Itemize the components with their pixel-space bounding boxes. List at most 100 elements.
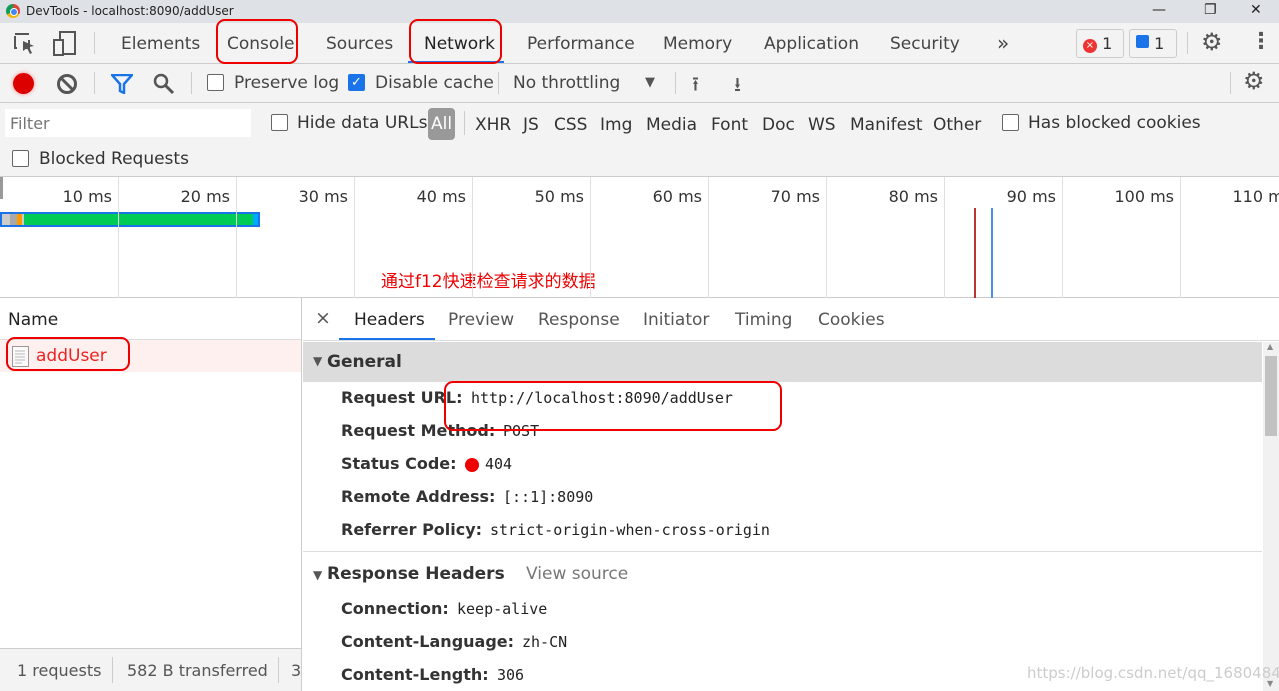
annotation-box-request bbox=[6, 337, 130, 371]
timeline-overview[interactable]: 通过f12快速检查请求的数据 10 ms 20 ms 30 ms 40 ms 50 ms… bbox=[0, 177, 1279, 298]
window-title: DevTools - localhost:8090/addUser bbox=[26, 4, 234, 18]
timeline-gridline bbox=[472, 177, 473, 298]
collapse-arrow-icon[interactable]: ▼ bbox=[313, 568, 322, 582]
tab-sources[interactable]: Sources bbox=[326, 34, 393, 54]
timeline-tick-label: 20 ms bbox=[180, 187, 230, 206]
type-filter-other[interactable]: Other bbox=[933, 115, 981, 135]
preserve-log-checkbox[interactable] bbox=[207, 74, 224, 91]
clear-icon[interactable] bbox=[56, 73, 78, 95]
type-filter-js[interactable]: JS bbox=[523, 115, 539, 135]
general-section-header[interactable]: ▼ General bbox=[303, 342, 1262, 382]
timeline-tick-label: 80 ms bbox=[888, 187, 938, 206]
timeline-tick-label: 10 ms bbox=[62, 187, 112, 206]
header-value: [::1]:8090 bbox=[503, 488, 594, 506]
timeline-tick-label: 70 ms bbox=[770, 187, 820, 206]
header-value: keep-alive bbox=[457, 600, 548, 618]
hide-data-urls-label: Hide data URLs bbox=[297, 113, 428, 133]
timeline-gridline bbox=[118, 177, 119, 298]
timeline-gridline bbox=[236, 177, 237, 298]
type-filter-doc[interactable]: Doc bbox=[762, 115, 795, 135]
header-value: strict-origin-when-cross-origin bbox=[490, 521, 770, 539]
load-event-line bbox=[991, 208, 993, 298]
has-blocked-cookies-label: Has blocked cookies bbox=[1028, 113, 1201, 133]
dom-content-loaded-line bbox=[974, 208, 976, 298]
title-bar: DevTools - localhost:8090/addUser — ❐ ✕ bbox=[0, 0, 1279, 23]
hide-data-urls-checkbox[interactable] bbox=[271, 114, 288, 131]
errors-badge[interactable]: × 1 bbox=[1076, 29, 1124, 58]
annotation-box-url bbox=[444, 381, 782, 431]
inspect-element-icon[interactable] bbox=[14, 33, 36, 55]
throttling-select[interactable]: No throttling bbox=[513, 73, 620, 93]
messages-badge[interactable]: 1 bbox=[1129, 29, 1177, 58]
timeline-tick-label: 90 ms bbox=[1006, 187, 1056, 206]
more-tabs-button[interactable]: » bbox=[997, 31, 1009, 55]
close-window-button[interactable]: ✕ bbox=[1250, 2, 1262, 18]
timeline-gridline bbox=[354, 177, 355, 298]
timeline-tick-label: 40 ms bbox=[416, 187, 466, 206]
timeline-tick-label: 60 ms bbox=[652, 187, 702, 206]
type-filter-manifest[interactable]: Manifest bbox=[850, 115, 923, 135]
timeline-gridline bbox=[826, 177, 827, 298]
disable-cache-label: Disable cache bbox=[375, 73, 494, 93]
type-filter-font[interactable]: Font bbox=[711, 115, 748, 135]
chrome-logo-icon bbox=[6, 4, 20, 18]
tab-timing[interactable]: Timing bbox=[735, 310, 792, 330]
response-headers-title[interactable]: Response Headers bbox=[327, 564, 505, 584]
tab-elements[interactable]: Elements bbox=[121, 34, 200, 54]
timeline-tick-label: 30 ms bbox=[298, 187, 348, 206]
tab-headers[interactable]: Headers bbox=[354, 310, 425, 330]
tab-preview[interactable]: Preview bbox=[448, 310, 514, 330]
search-icon[interactable] bbox=[153, 73, 175, 95]
tab-cookies[interactable]: Cookies bbox=[818, 310, 885, 330]
tab-response[interactable]: Response bbox=[538, 310, 620, 330]
view-source-link[interactable]: View source bbox=[526, 564, 628, 584]
filter-input[interactable] bbox=[5, 109, 251, 137]
type-filter-all[interactable]: All bbox=[428, 108, 456, 140]
annotation-box-network bbox=[409, 19, 502, 64]
tab-performance[interactable]: Performance bbox=[527, 34, 635, 54]
devtools-tab-bar: Elements Console Sources Network Perform… bbox=[0, 23, 1279, 64]
tab-security[interactable]: Security bbox=[890, 34, 960, 54]
header-key: Status Code: bbox=[341, 454, 457, 473]
type-filter-img[interactable]: Img bbox=[600, 115, 632, 135]
device-toolbar-icon[interactable] bbox=[53, 31, 77, 57]
error-icon: × bbox=[1083, 39, 1097, 53]
close-details-icon[interactable]: × bbox=[315, 307, 331, 329]
export-har-icon[interactable]: ⭳ bbox=[734, 70, 741, 104]
preserve-log-label: Preserve log bbox=[234, 73, 340, 93]
more-options-icon[interactable]: ⋮ bbox=[1250, 29, 1272, 54]
header-value: zh-CN bbox=[522, 633, 568, 651]
header-value: 404 bbox=[485, 455, 513, 473]
type-filter-ws[interactable]: WS bbox=[808, 115, 836, 135]
errors-count: 1 bbox=[1102, 34, 1113, 53]
type-filter-xhr[interactable]: XHR bbox=[475, 115, 511, 135]
messages-count: 1 bbox=[1154, 34, 1165, 53]
type-filter-media[interactable]: Media bbox=[646, 115, 697, 135]
dropdown-arrow-icon: ▼ bbox=[645, 75, 655, 90]
name-column-header[interactable]: Name bbox=[8, 310, 58, 330]
tab-memory[interactable]: Memory bbox=[663, 34, 732, 54]
tab-initiator[interactable]: Initiator bbox=[643, 310, 709, 330]
filter-bar: Hide data URLs All XHR JS CSS Img Media … bbox=[0, 103, 1279, 177]
type-filter-css[interactable]: CSS bbox=[554, 115, 587, 135]
network-settings-gear-icon[interactable]: ⚙ bbox=[1243, 67, 1265, 95]
scrollbar[interactable]: ▲ ▼ bbox=[1263, 342, 1279, 691]
restore-button[interactable]: ❐ bbox=[1204, 2, 1217, 18]
message-icon bbox=[1136, 35, 1149, 48]
transferred-size: 582 B transferred bbox=[127, 661, 268, 680]
timeline-gridline bbox=[1062, 177, 1063, 298]
blocked-requests-label: Blocked Requests bbox=[39, 149, 189, 169]
disable-cache-checkbox[interactable]: ✓ bbox=[348, 74, 365, 91]
import-har-icon[interactable]: ⭱ bbox=[692, 70, 699, 104]
settings-gear-icon[interactable]: ⚙ bbox=[1201, 28, 1223, 56]
minimize-button[interactable]: — bbox=[1152, 2, 1166, 18]
timeline-gridline bbox=[708, 177, 709, 298]
record-button[interactable] bbox=[13, 73, 34, 94]
tab-application[interactable]: Application bbox=[764, 34, 859, 54]
header-value: 306 bbox=[497, 666, 525, 684]
resources-size: 3 bbox=[291, 661, 301, 680]
has-blocked-cookies-checkbox[interactable] bbox=[1002, 114, 1019, 131]
timeline-gridline bbox=[590, 177, 591, 298]
blocked-requests-checkbox[interactable] bbox=[12, 150, 29, 167]
filter-icon[interactable] bbox=[111, 74, 133, 94]
